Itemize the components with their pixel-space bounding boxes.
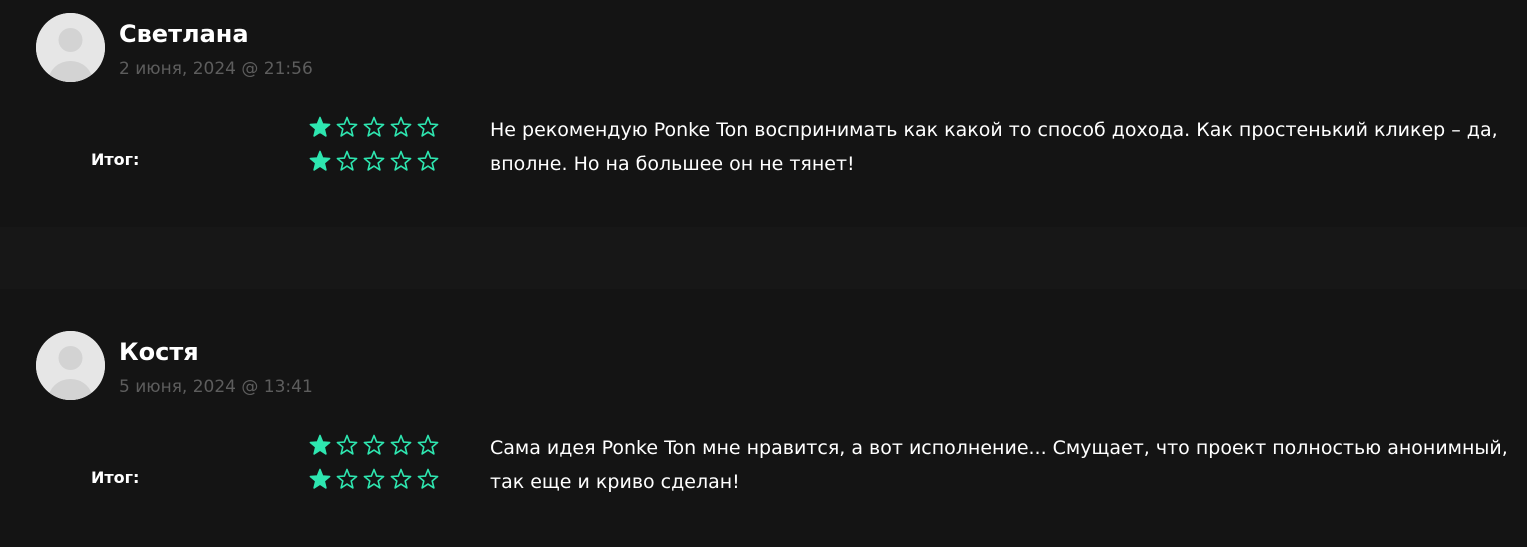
user-placeholder-icon	[36, 13, 105, 82]
rating-stars	[309, 116, 439, 138]
review-separator	[0, 227, 1527, 289]
star-outline-icon	[363, 150, 385, 171]
review-item: Костя 5 июня, 2024 @ 13:41 Итог: Сама ид…	[0, 318, 1527, 547]
star-outline-icon	[336, 434, 358, 455]
review-author: Светлана	[119, 20, 249, 48]
star-outline-icon	[363, 116, 385, 137]
total-label: Итог:	[91, 468, 140, 487]
star-outline-icon	[363, 468, 385, 489]
star-outline-icon	[390, 150, 412, 171]
star-filled-icon	[309, 468, 331, 489]
star-outline-icon	[417, 116, 439, 137]
star-outline-icon	[417, 468, 439, 489]
review-comment: Сама идея Ponke Ton мне нравится, а вот …	[490, 437, 1508, 493]
star-outline-icon	[336, 116, 358, 137]
star-outline-icon	[417, 434, 439, 455]
review-date: 2 июня, 2024 @ 21:56	[119, 59, 313, 79]
star-outline-icon	[390, 434, 412, 455]
star-outline-icon	[336, 150, 358, 171]
star-outline-icon	[336, 468, 358, 489]
review-item: Светлана 2 июня, 2024 @ 21:56 Итог: Не р…	[0, 0, 1527, 230]
star-outline-icon	[390, 116, 412, 137]
total-rating-stars	[309, 468, 439, 490]
star-filled-icon	[309, 434, 331, 455]
star-filled-icon	[309, 116, 331, 137]
review-author: Костя	[119, 338, 199, 366]
star-outline-icon	[390, 468, 412, 489]
star-filled-icon	[309, 150, 331, 171]
review-date: 5 июня, 2024 @ 13:41	[119, 377, 313, 397]
rating-stars	[309, 434, 439, 456]
total-rating-stars	[309, 150, 439, 172]
total-label: Итог:	[91, 150, 140, 169]
user-placeholder-icon	[36, 331, 105, 400]
review-comment: Не рекомендую Ponke Ton воспринимать как…	[490, 119, 1498, 175]
star-outline-icon	[417, 150, 439, 171]
star-outline-icon	[363, 434, 385, 455]
